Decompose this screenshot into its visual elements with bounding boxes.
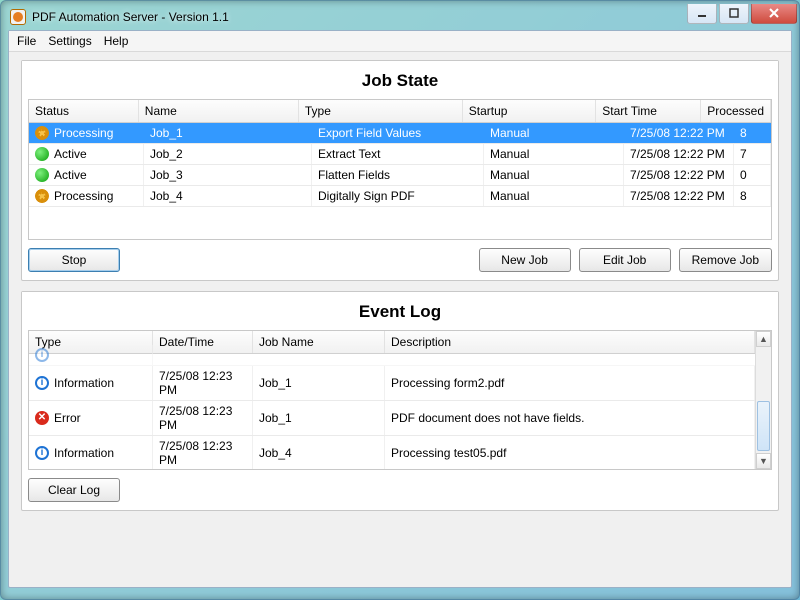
vertical-scrollbar[interactable]: ▲ ▼ [755, 331, 771, 469]
active-icon [35, 168, 49, 182]
col-log-description[interactable]: Description [385, 331, 755, 353]
menu-file[interactable]: File [17, 34, 36, 48]
info-icon: i [35, 348, 49, 362]
titlebar[interactable]: PDF Automation Server - Version 1.1 [8, 8, 792, 30]
clear-log-button[interactable]: Clear Log [28, 478, 120, 502]
log-grid: Type Date/Time Job Name Description i iI… [28, 330, 772, 470]
active-icon [35, 147, 49, 161]
job-state-panel: Job State Status Name Type Startup Start… [21, 60, 779, 281]
col-starttime[interactable]: Start Time [596, 100, 701, 122]
table-row[interactable]: ✕Error7/25/08 12:23 PMJob_1PDF document … [29, 401, 755, 436]
menubar: File Settings Help [9, 31, 791, 52]
table-row[interactable]: ActiveJob_3Flatten FieldsManual7/25/08 1… [29, 165, 771, 186]
window-title: PDF Automation Server - Version 1.1 [32, 10, 229, 24]
col-type[interactable]: Type [299, 100, 463, 122]
col-log-jobname[interactable]: Job Name [253, 331, 385, 353]
info-icon: i [35, 446, 49, 460]
edit-job-button[interactable]: Edit Job [579, 248, 671, 272]
table-row[interactable]: ProcessingJob_4Digitally Sign PDFManual7… [29, 186, 771, 207]
log-grid-body: iInformation7/25/08 12:23 PMJob_1Process… [29, 366, 755, 469]
job-grid: Status Name Type Startup Start Time Proc… [28, 99, 772, 240]
event-log-panel: Event Log Type Date/Time Job Name Descri… [21, 291, 779, 511]
new-job-button[interactable]: New Job [479, 248, 571, 272]
client-area: File Settings Help Job State Status Name… [8, 30, 792, 588]
scroll-track[interactable] [756, 347, 771, 453]
col-startup[interactable]: Startup [463, 100, 597, 122]
close-button[interactable] [751, 4, 797, 24]
col-status[interactable]: Status [29, 100, 139, 122]
gear-icon [35, 189, 49, 203]
scroll-down-icon[interactable]: ▼ [756, 453, 771, 469]
error-icon: ✕ [35, 411, 49, 425]
col-processed[interactable]: Processed [701, 100, 771, 122]
maximize-button[interactable] [719, 4, 749, 24]
table-row[interactable]: iInformation7/25/08 12:23 PMJob_4Process… [29, 436, 755, 469]
event-log-heading: Event Log [22, 292, 778, 330]
stop-button[interactable]: Stop [28, 248, 120, 272]
app-window: PDF Automation Server - Version 1.1 File… [0, 0, 800, 600]
menu-settings[interactable]: Settings [48, 34, 91, 48]
info-icon: i [35, 376, 49, 390]
job-state-heading: Job State [22, 61, 778, 99]
remove-job-button[interactable]: Remove Job [679, 248, 772, 272]
table-row[interactable]: ProcessingJob_1Export Field ValuesManual… [29, 123, 771, 144]
log-row-cutoff: i [29, 354, 755, 366]
scroll-up-icon[interactable]: ▲ [756, 331, 771, 347]
job-grid-body: ProcessingJob_1Export Field ValuesManual… [29, 123, 771, 207]
menu-help[interactable]: Help [104, 34, 129, 48]
minimize-button[interactable] [687, 4, 717, 24]
job-grid-header: Status Name Type Startup Start Time Proc… [29, 100, 771, 123]
scroll-thumb[interactable] [757, 401, 770, 451]
table-row[interactable]: iInformation7/25/08 12:23 PMJob_1Process… [29, 366, 755, 401]
col-name[interactable]: Name [139, 100, 299, 122]
table-row[interactable]: ActiveJob_2Extract TextManual7/25/08 12:… [29, 144, 771, 165]
gear-icon [35, 126, 49, 140]
col-log-datetime[interactable]: Date/Time [153, 331, 253, 353]
app-icon [10, 9, 26, 25]
